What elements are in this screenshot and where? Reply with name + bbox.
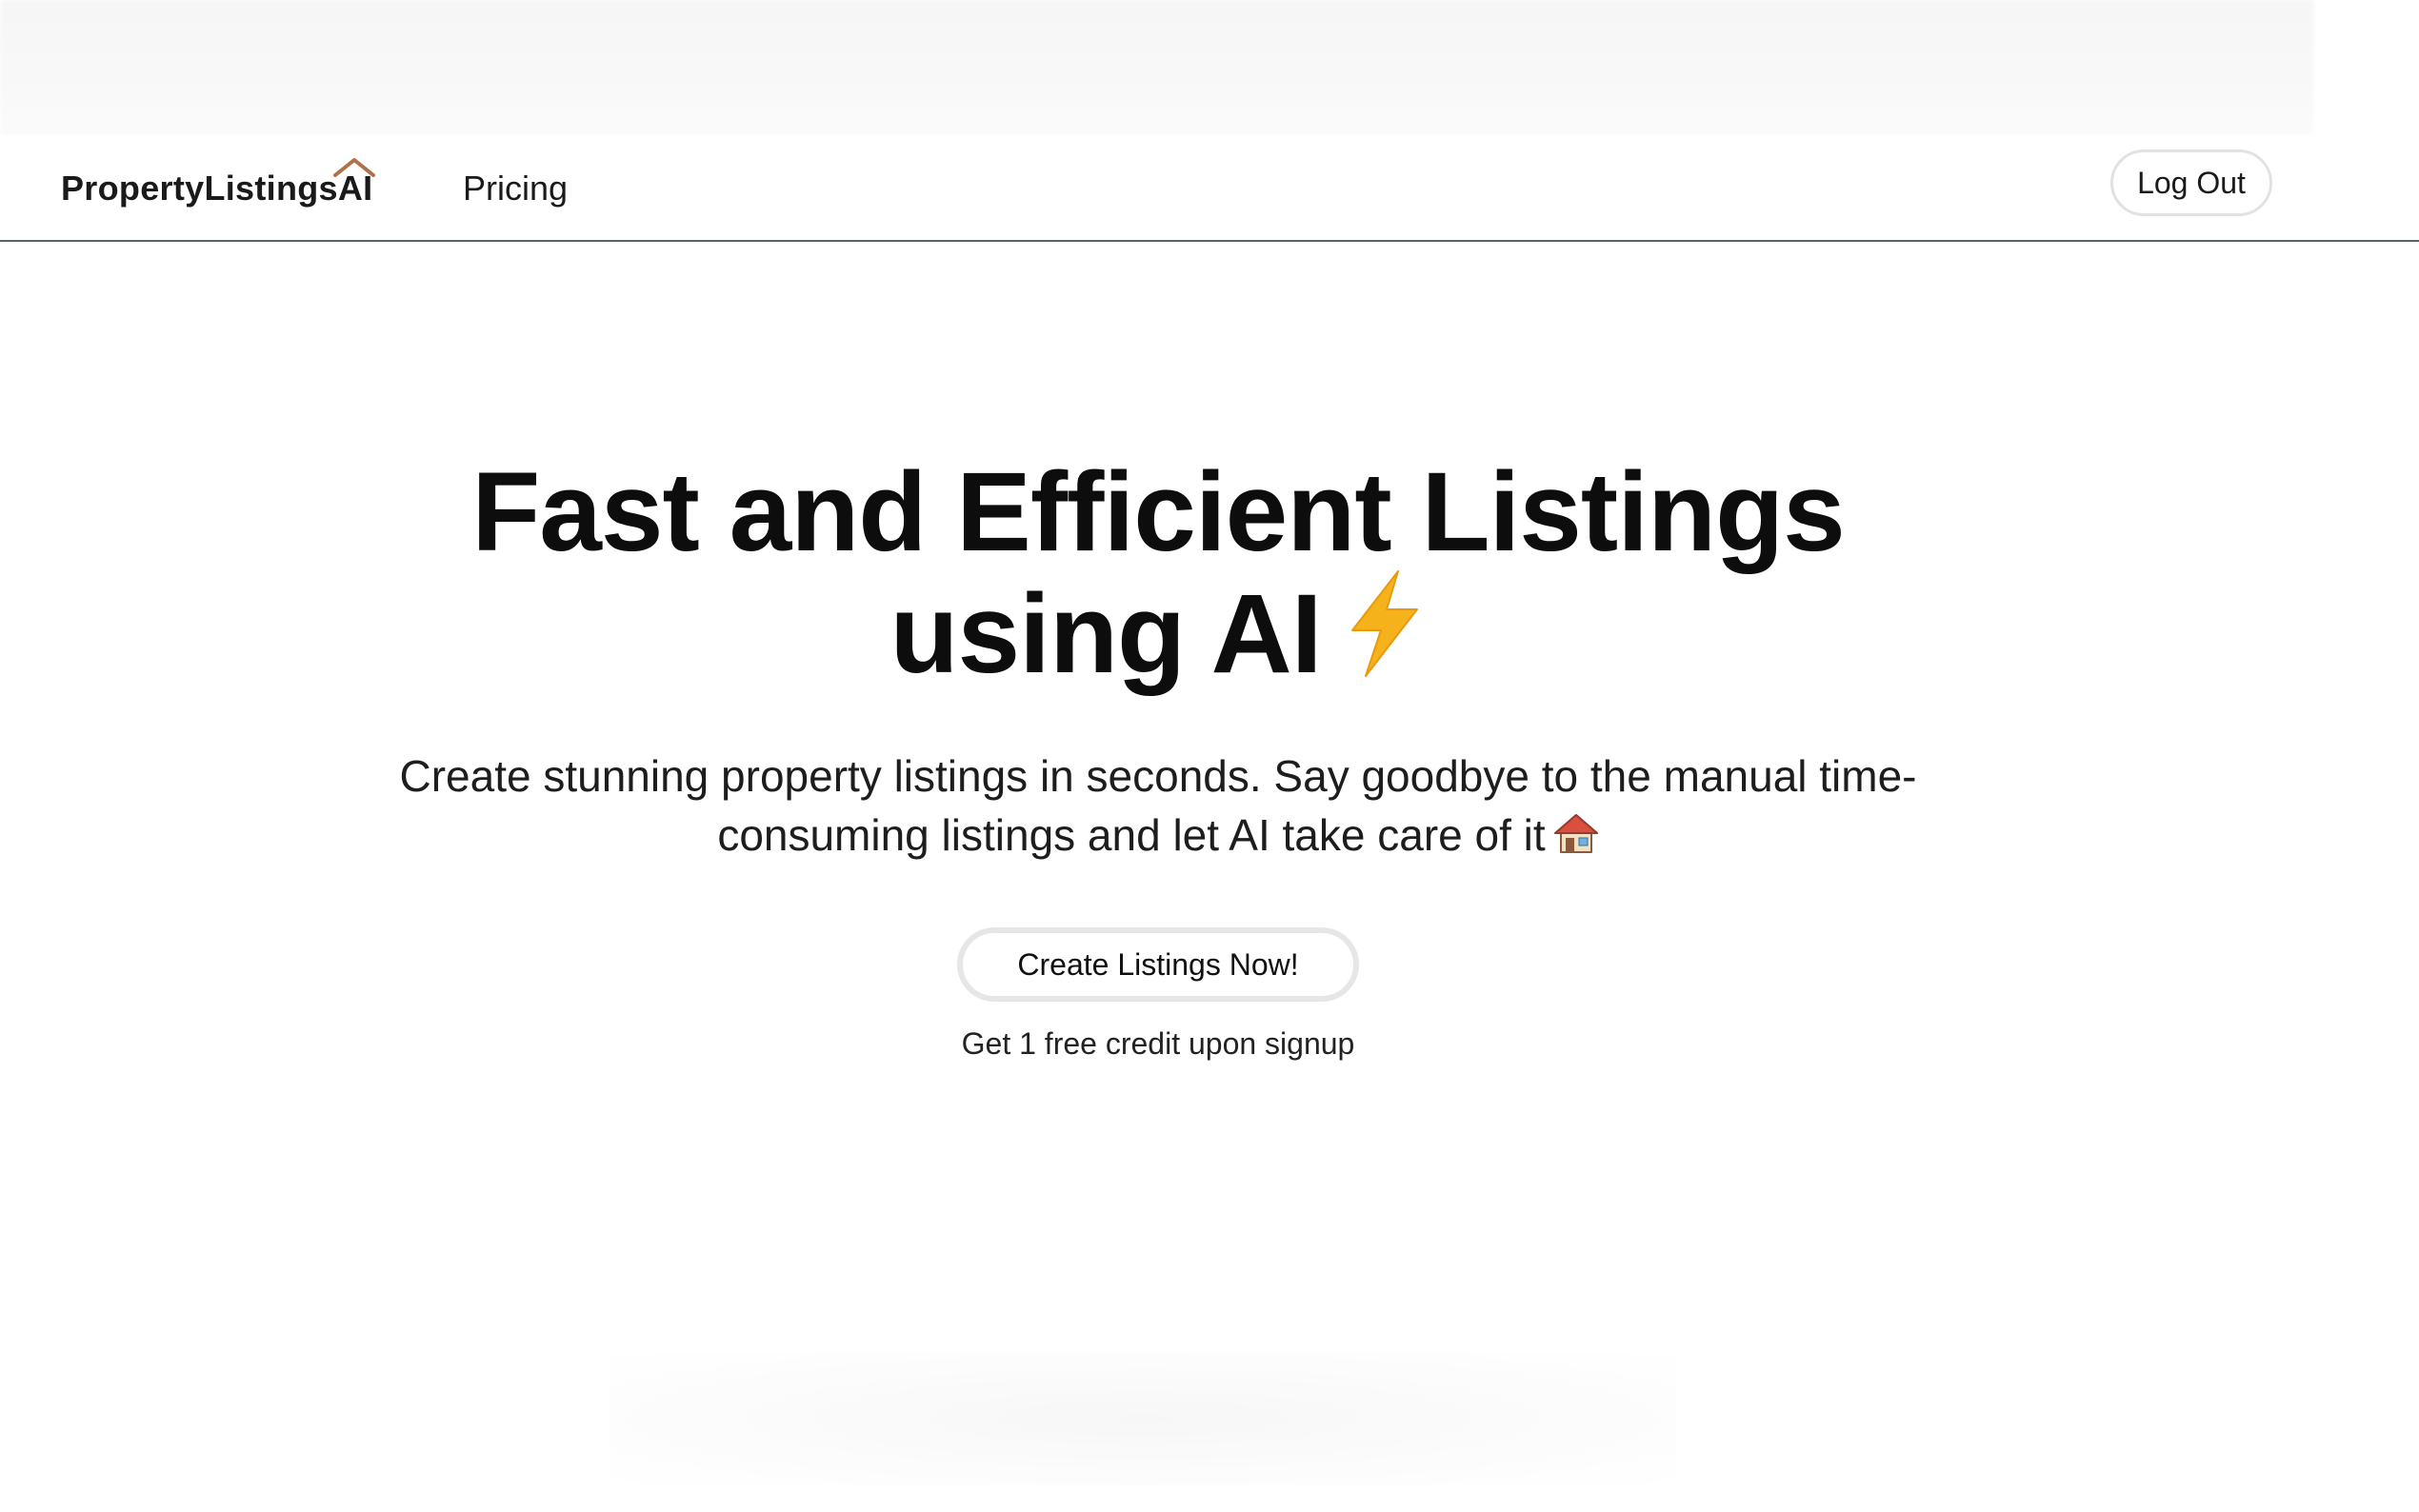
subtext-line-2: consuming listings and let AI take care …: [717, 810, 1546, 860]
lightning-bolt-icon: [1350, 570, 1418, 677]
nav-pricing-link[interactable]: Pricing: [463, 162, 568, 215]
house-icon: [1553, 814, 1598, 853]
hero-headline: Fast and Efficient Listings using AI: [349, 456, 1968, 690]
logo-text: PropertyListingsAI: [61, 169, 373, 208]
hero-section: Fast and Efficient Listings using AI Cre…: [0, 456, 2316, 1062]
bottom-blurred-area: [610, 1352, 1676, 1485]
hero-subtext: Create stunning property listings in sec…: [320, 746, 1996, 865]
top-blurred-area: [0, 0, 2314, 135]
logo-link[interactable]: PropertyListingsAI: [61, 158, 376, 213]
headline-line-1: Fast and Efficient Listings: [471, 449, 1846, 575]
free-credit-note: Get 1 free credit upon signup: [961, 1026, 1355, 1061]
create-listings-button[interactable]: Create Listings Now!: [957, 927, 1359, 1002]
house-roof-icon: [333, 158, 376, 177]
navbar: PropertyListingsAI Pricing Log Out: [0, 135, 2419, 242]
subtext-line-1: Create stunning property listings in sec…: [399, 751, 1917, 801]
headline-line-2: using AI: [890, 571, 1322, 697]
logout-button[interactable]: Log Out: [2110, 149, 2272, 216]
